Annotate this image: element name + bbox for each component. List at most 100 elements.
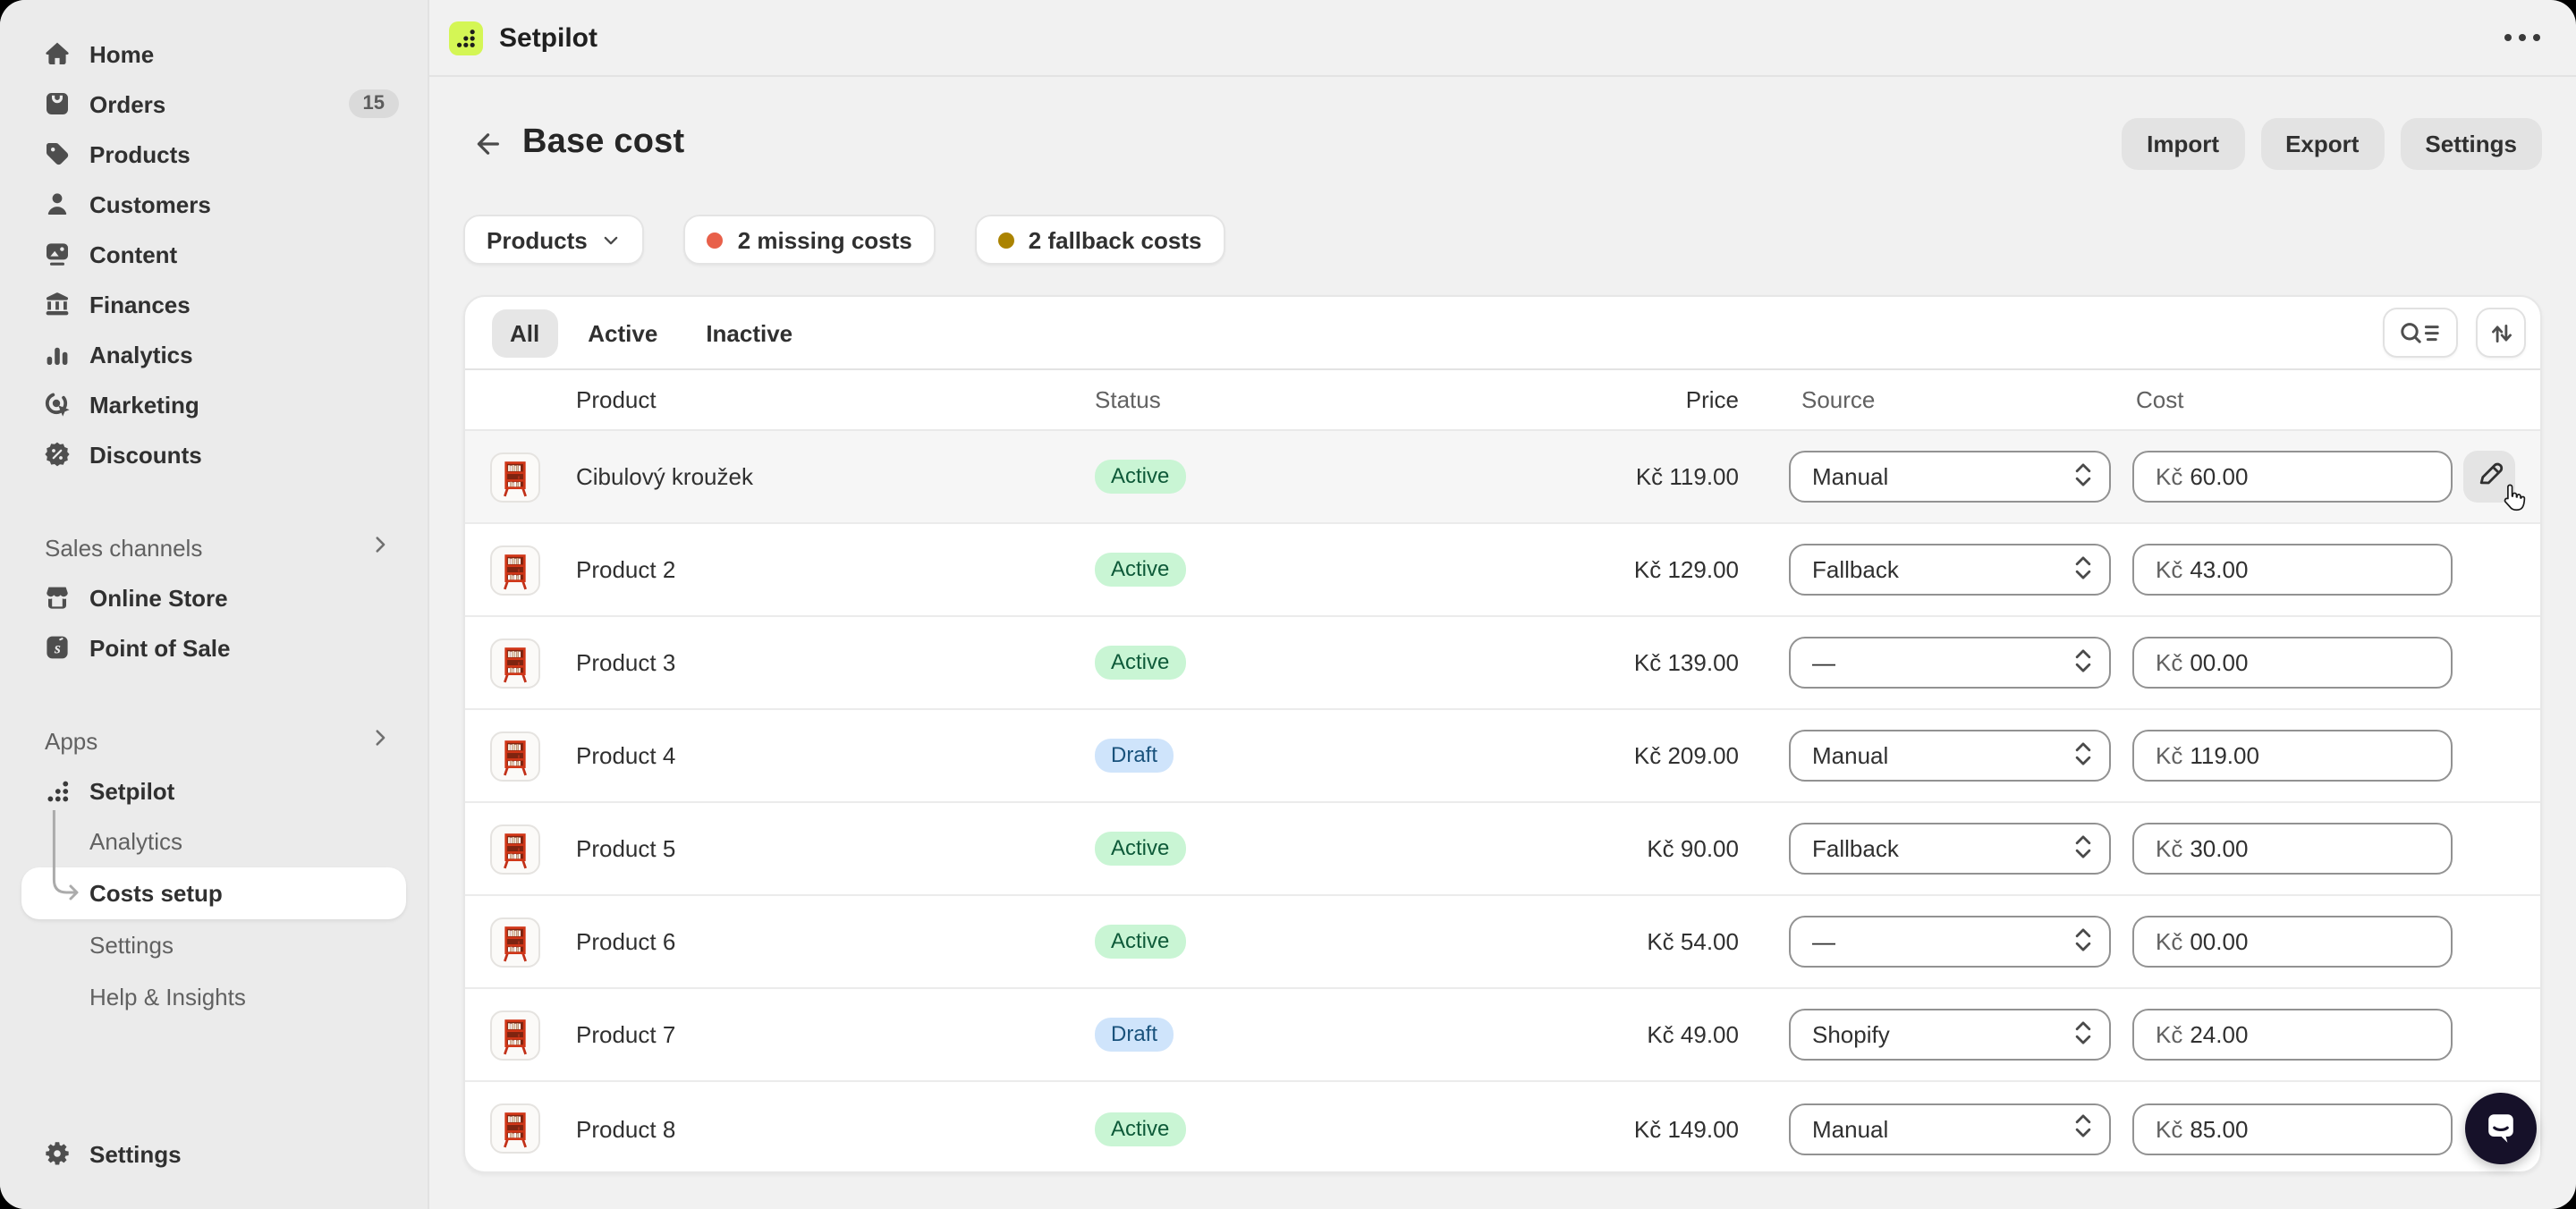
cost-input[interactable]: Kč85.00: [2132, 1103, 2453, 1154]
source-select-value: Manual: [1812, 1115, 2073, 1142]
sales-channels-label: Sales channels: [45, 534, 202, 561]
sidebar-item-products[interactable]: Products: [0, 129, 428, 179]
export-button[interactable]: Export: [2260, 117, 2384, 169]
sidebar-item-online-store[interactable]: Online Store: [0, 572, 428, 622]
sidebar-item-setpilot-app[interactable]: Setpilot: [0, 765, 428, 816]
settings-button[interactable]: Settings: [2400, 117, 2542, 169]
sidebar-item-label: Settings: [89, 1140, 182, 1167]
product-thumbnail: [490, 545, 540, 595]
sidebar-section-sales-channels[interactable]: Sales channels: [0, 522, 428, 572]
overflow-menu-icon[interactable]: [2504, 34, 2540, 41]
sidebar-item-analytics[interactable]: Analytics: [0, 329, 428, 379]
cost-input[interactable]: Kč 24.00: [2132, 1009, 2453, 1061]
table-row: Product 3ActiveKč 139.00—Kč00.00: [465, 617, 2540, 710]
cost-input[interactable]: Kč00.00: [2132, 637, 2453, 689]
source-select[interactable]: Manual: [1789, 451, 2111, 503]
table-header-row: Product Status Price Source Cost: [465, 370, 2540, 431]
sidebar-item-orders[interactable]: Orders15: [0, 79, 428, 129]
currency-prefix: Kč: [2156, 742, 2182, 769]
cost-value: 24.00: [2190, 1021, 2248, 1048]
products-icon: [43, 140, 72, 168]
sidebar-item-customers[interactable]: Customers: [0, 179, 428, 229]
status-badge: Active: [1095, 646, 1185, 680]
setpilot-subnav: Analytics Costs setup Settings Help & Insig…: [0, 816, 428, 1023]
column-header-product: Product: [540, 386, 1095, 413]
product-name: Product 4: [540, 742, 1095, 769]
table-tabs: All Active Inactive: [465, 297, 2540, 370]
source-select-value: —: [1812, 928, 2073, 955]
currency-prefix: Kč: [2156, 1021, 2182, 1048]
sort-button[interactable]: [2476, 308, 2526, 358]
price-value: Kč 209.00: [1453, 742, 1739, 769]
sidebar-item-costs-setup[interactable]: Costs setup: [21, 867, 406, 919]
source-select[interactable]: —: [1789, 637, 2111, 689]
sidebar-item-finances[interactable]: Finances: [0, 279, 428, 329]
sidebar-footer: Settings: [0, 1129, 428, 1209]
sidebar-item-label: Analytics: [89, 828, 182, 855]
orders-count-badge: 15: [349, 89, 400, 118]
sidebar-item-label: Costs setup: [89, 880, 223, 907]
source-select[interactable]: Shopify: [1789, 1009, 2111, 1061]
cost-input[interactable]: Kč119.00: [2132, 730, 2453, 782]
missing-costs-label: 2 missing costs: [738, 226, 912, 253]
source-select[interactable]: —: [1789, 916, 2111, 968]
source-select[interactable]: Manual: [1789, 1103, 2111, 1154]
apps-label: Apps: [45, 727, 97, 754]
finances-icon: [43, 290, 72, 318]
sidebar-item-settings[interactable]: Settings: [0, 1129, 428, 1179]
cost-input[interactable]: Kč00.00: [2132, 916, 2453, 968]
sidebar-item-point-of-sale[interactable]: sPoint of Sale: [0, 622, 428, 672]
tab-inactive[interactable]: Inactive: [688, 309, 810, 357]
edit-cost-button[interactable]: [2463, 451, 2515, 503]
table-row: Cibulový kroužekActiveKč 119.00ManualKč6…: [465, 431, 2540, 524]
point-of-sale-icon: s: [43, 633, 72, 662]
search-filter-button[interactable]: [2383, 308, 2458, 358]
price-value: Kč 54.00: [1453, 928, 1739, 955]
currency-prefix: Kč: [2156, 463, 2182, 490]
tab-all[interactable]: All: [492, 309, 557, 357]
products-filter-dropdown[interactable]: Products: [463, 215, 645, 265]
tab-active[interactable]: Active: [570, 309, 675, 357]
page-title: Base cost: [522, 123, 684, 163]
sidebar-item-marketing[interactable]: Marketing: [0, 379, 428, 429]
sidebar-item-home[interactable]: Home: [0, 29, 428, 79]
import-button[interactable]: Import: [2122, 117, 2244, 169]
updown-chevron-icon: [2073, 1019, 2093, 1051]
sidebar-section-apps[interactable]: Apps: [0, 715, 428, 765]
cost-input[interactable]: Kč43.00: [2132, 544, 2453, 596]
source-select[interactable]: Manual: [1789, 730, 2111, 782]
caret-down-icon: [602, 230, 622, 249]
price-value: Kč 49.00: [1453, 1021, 1739, 1048]
product-thumbnail: [490, 1010, 540, 1060]
fallback-costs-chip[interactable]: 2 fallback costs: [975, 215, 1225, 265]
updown-chevron-icon: [2073, 1112, 2093, 1145]
sidebar-item-analytics[interactable]: Analytics: [0, 816, 428, 867]
sidebar-item-content[interactable]: Content: [0, 229, 428, 279]
currency-prefix: Kč: [2156, 1115, 2182, 1142]
source-select[interactable]: Fallback: [1789, 544, 2111, 596]
sidebar-item-label: Help & Insights: [89, 984, 246, 1010]
column-header-price: Price: [1453, 386, 1739, 413]
cost-input[interactable]: Kč60.00: [2132, 451, 2453, 503]
app-window: HomeOrders15ProductsCustomersContentFina…: [0, 0, 2576, 1209]
status-badge: Active: [1095, 832, 1185, 866]
missing-costs-chip[interactable]: 2 missing costs: [684, 215, 936, 265]
sidebar-item-help-insights[interactable]: Help & Insights: [0, 971, 428, 1023]
intercom-chat-launcher[interactable]: [2465, 1093, 2537, 1164]
status-cell: Active: [1095, 1112, 1453, 1146]
cost-value: 00.00: [2190, 928, 2248, 955]
back-button[interactable]: [463, 120, 510, 166]
sidebar-item-discounts[interactable]: Discounts: [0, 429, 428, 479]
sidebar-item-settings[interactable]: Settings: [0, 919, 428, 971]
page-header: Base cost Import Export Settings: [463, 116, 2542, 170]
product-name: Cibulový kroužek: [540, 463, 1095, 490]
topbar-app-name: Setpilot: [499, 22, 597, 53]
home-icon: [43, 39, 72, 68]
discounts-icon: [43, 440, 72, 469]
cost-input[interactable]: Kč30.00: [2132, 823, 2453, 875]
source-select[interactable]: Fallback: [1789, 823, 2111, 875]
table-row: Product 4DraftKč 209.00ManualKč119.00: [465, 710, 2540, 803]
sidebar-sales-channels-list: Online StoresPoint of Sale: [0, 572, 428, 672]
search-icon: [2399, 319, 2442, 346]
price-value: Kč 119.00: [1453, 463, 1739, 490]
